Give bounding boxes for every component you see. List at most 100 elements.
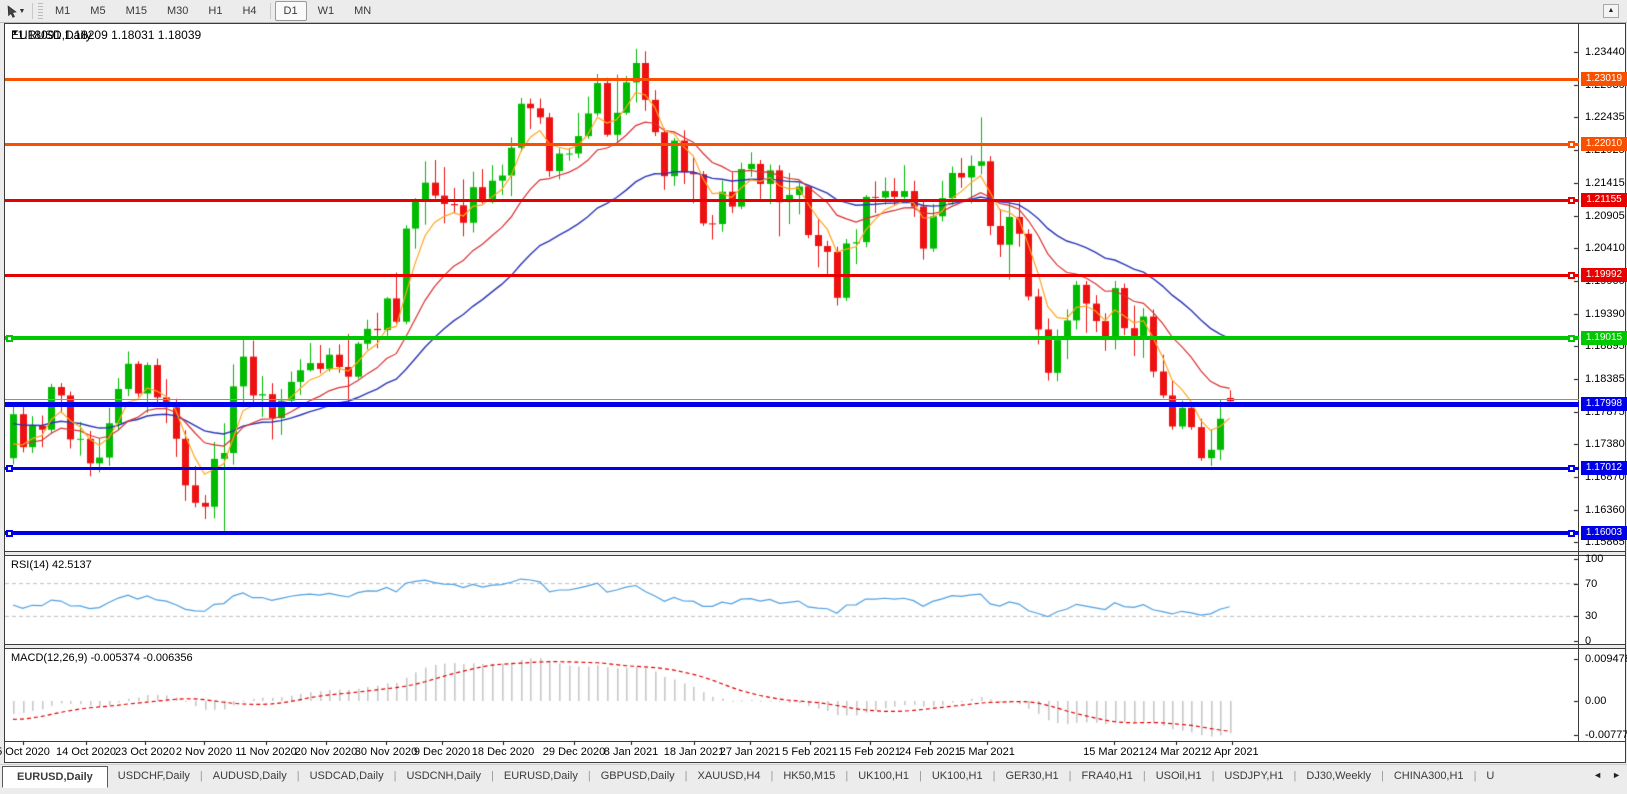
- tab-scroll-right-icon[interactable]: ►: [1612, 770, 1621, 780]
- pane-divider: [5, 555, 1625, 556]
- toolbar-separator: [270, 3, 271, 19]
- pane-divider: [5, 648, 1625, 649]
- tab-scroll-arrows: ◄ ►: [1593, 770, 1621, 780]
- date-axis-label: 15 Feb 2021: [839, 746, 901, 758]
- date-axis-label: 2 Apr 2021: [1205, 746, 1258, 758]
- chart-tab-gbpusd-daily[interactable]: GBPUSD,Daily: [591, 766, 685, 786]
- timeframe-button-h1[interactable]: H1: [199, 1, 231, 21]
- date-axis-label: 27 Jan 2021: [720, 746, 781, 758]
- chart-tab-ger30-h1[interactable]: GER30,H1: [995, 766, 1068, 786]
- chart-tab-eurusd-daily[interactable]: EURUSD,Daily: [494, 766, 588, 786]
- chart-tab-eurusd-daily[interactable]: EURUSD,Daily: [2, 766, 108, 788]
- chart-tab-uk100-h1[interactable]: UK100,H1: [922, 766, 993, 786]
- price-level-badge: 1.16003: [1581, 526, 1627, 540]
- price-axis-label: 1.22435: [1585, 111, 1625, 123]
- chart-tab-xauusd-h4[interactable]: XAUUSD,H4: [688, 766, 771, 786]
- date-axis-label: 23 Oct 2020: [115, 746, 175, 758]
- chart-cursor-tool[interactable]: ▼: [3, 2, 29, 20]
- chart-tab-china300-h1[interactable]: CHINA300,H1: [1384, 766, 1474, 786]
- line-anchor-handle[interactable]: [6, 465, 13, 472]
- chart-tab-audusd-daily[interactable]: AUDUSD,Daily: [203, 766, 297, 786]
- horizontal-level-line-1.23019[interactable]: [5, 78, 1579, 81]
- timeframe-button-w1[interactable]: W1: [309, 1, 344, 21]
- date-axis-label: 15 Mar 2021: [1083, 746, 1145, 758]
- horizontal-level-line-1.19015[interactable]: [5, 336, 1579, 340]
- chart-tab-usoil-h1[interactable]: USOil,H1: [1146, 766, 1212, 786]
- timeframe-button-m30[interactable]: M30: [158, 1, 197, 21]
- macd-label: MACD(12,26,9) -0.005374 -0.006356: [11, 652, 193, 664]
- chart-tab-usdcad-daily[interactable]: USDCAD,Daily: [300, 766, 394, 786]
- date-axis-label: 30 Nov 2020: [355, 746, 417, 758]
- horizontal-level-line-1.19992[interactable]: [5, 274, 1579, 277]
- date-axis-label: 5 Oct 2020: [0, 746, 50, 758]
- price-axis-label: 1.20905: [1585, 210, 1625, 222]
- price-level-badge: 1.22010: [1581, 137, 1627, 151]
- cursor-icon: [7, 5, 18, 18]
- line-anchor-handle[interactable]: [1568, 530, 1575, 537]
- line-anchor-handle[interactable]: [6, 335, 13, 342]
- date-axis-label: 8 Jan 2021: [604, 746, 658, 758]
- chart-tab-hk50-m15[interactable]: HK50,M15: [773, 766, 845, 786]
- price-axis-label: 1.19390: [1585, 308, 1625, 320]
- tab-scroll-left-icon[interactable]: ◄: [1593, 770, 1602, 780]
- line-anchor-handle[interactable]: [1568, 141, 1575, 148]
- timeframe-button-m1[interactable]: M1: [46, 1, 79, 21]
- chart-tab-bar: EURUSD,DailyUSDCHF,Daily|AUDUSD,Daily|US…: [0, 764, 1627, 794]
- price-axis-label: 1.20410: [1585, 242, 1625, 254]
- line-anchor-handle[interactable]: [1568, 197, 1575, 204]
- macd-axis-label: 0.009478: [1585, 653, 1627, 665]
- date-axis-label: 24 Mar 2021: [1145, 746, 1207, 758]
- macd-axis-label: 0.00: [1585, 695, 1606, 707]
- chart-tab-uk100-h1[interactable]: UK100,H1: [848, 766, 919, 786]
- date-axis-label: 24 Feb 2021: [899, 746, 961, 758]
- price-level-badge: 1.19015: [1581, 331, 1627, 345]
- chart-tab-usdchf-daily[interactable]: USDCHF,Daily: [108, 766, 200, 786]
- chart-tab-usdcnh-daily[interactable]: USDCNH,Daily: [396, 766, 491, 786]
- bid-price-line: [5, 399, 1579, 400]
- timeframe-button-mn[interactable]: MN: [345, 1, 380, 21]
- rsi-axis-label: 100: [1585, 553, 1603, 565]
- pane-divider: [5, 644, 1625, 645]
- chart-tab-fra40-h1[interactable]: FRA40,H1: [1072, 766, 1143, 786]
- date-axis-label: 5 Mar 2021: [959, 746, 1015, 758]
- horizontal-level-line-1.17012[interactable]: [5, 467, 1579, 470]
- price-axis-label: 1.18385: [1585, 373, 1625, 385]
- rsi-label: RSI(14) 42.5137: [11, 559, 92, 571]
- chevron-down-icon: ▼: [19, 8, 26, 15]
- date-axis-label: 9 Dec 2020: [414, 746, 470, 758]
- price-axis-label: 1.17380: [1585, 438, 1625, 450]
- rsi-axis-label: 70: [1585, 578, 1597, 590]
- date-axis-label: 11 Nov 2020: [235, 746, 297, 758]
- line-anchor-handle[interactable]: [1568, 465, 1575, 472]
- line-anchor-handle[interactable]: [6, 530, 13, 537]
- chart-title-ohlc: 1.18091 1.18209 1.18031 1.18039: [18, 28, 202, 42]
- horizontal-level-line-1.16003[interactable]: [5, 531, 1579, 535]
- chart-tab-u[interactable]: U: [1476, 766, 1504, 786]
- timeframe-button-m5[interactable]: M5: [81, 1, 114, 21]
- scroll-up-button[interactable]: ▲: [1603, 4, 1619, 18]
- tab-list: EURUSD,DailyUSDCHF,Daily|AUDUSD,Daily|US…: [0, 765, 1504, 788]
- timeframe-button-h4[interactable]: H4: [233, 1, 265, 21]
- chart-tab-usdjpy-h1[interactable]: USDJPY,H1: [1214, 766, 1293, 786]
- timeframe-button-group: M1M5M15M30H1H4 D1W1MN: [45, 1, 381, 21]
- price-chart-canvas[interactable]: [5, 24, 1625, 762]
- toolbar: ▼ M1M5M15M30H1H4 D1W1MN ▲: [0, 0, 1627, 23]
- horizontal-level-line-1.21155[interactable]: [5, 199, 1579, 202]
- chart-tab-dj30-weekly[interactable]: DJ30,Weekly: [1296, 766, 1381, 786]
- date-axis-border: [5, 741, 1625, 742]
- horizontal-level-line-1.17998[interactable]: [5, 402, 1579, 407]
- pane-divider: [5, 551, 1625, 552]
- price-level-badge: 1.17012: [1581, 461, 1627, 475]
- timeframe-button-d1[interactable]: D1: [275, 1, 307, 21]
- timeframe-button-m15[interactable]: M15: [117, 1, 156, 21]
- line-anchor-handle[interactable]: [1568, 272, 1575, 279]
- price-level-badge: 1.23019: [1581, 72, 1627, 86]
- rsi-axis-label: 30: [1585, 610, 1597, 622]
- date-axis-label: 29 Dec 2020: [543, 746, 605, 758]
- line-anchor-handle[interactable]: [1568, 335, 1575, 342]
- price-level-badge: 1.21155: [1581, 193, 1627, 207]
- price-axis-label: 1.23440: [1585, 46, 1625, 58]
- date-axis-label: 18 Dec 2020: [472, 746, 534, 758]
- horizontal-level-line-1.22010[interactable]: [5, 143, 1579, 146]
- price-level-badge: 1.17998: [1581, 397, 1627, 411]
